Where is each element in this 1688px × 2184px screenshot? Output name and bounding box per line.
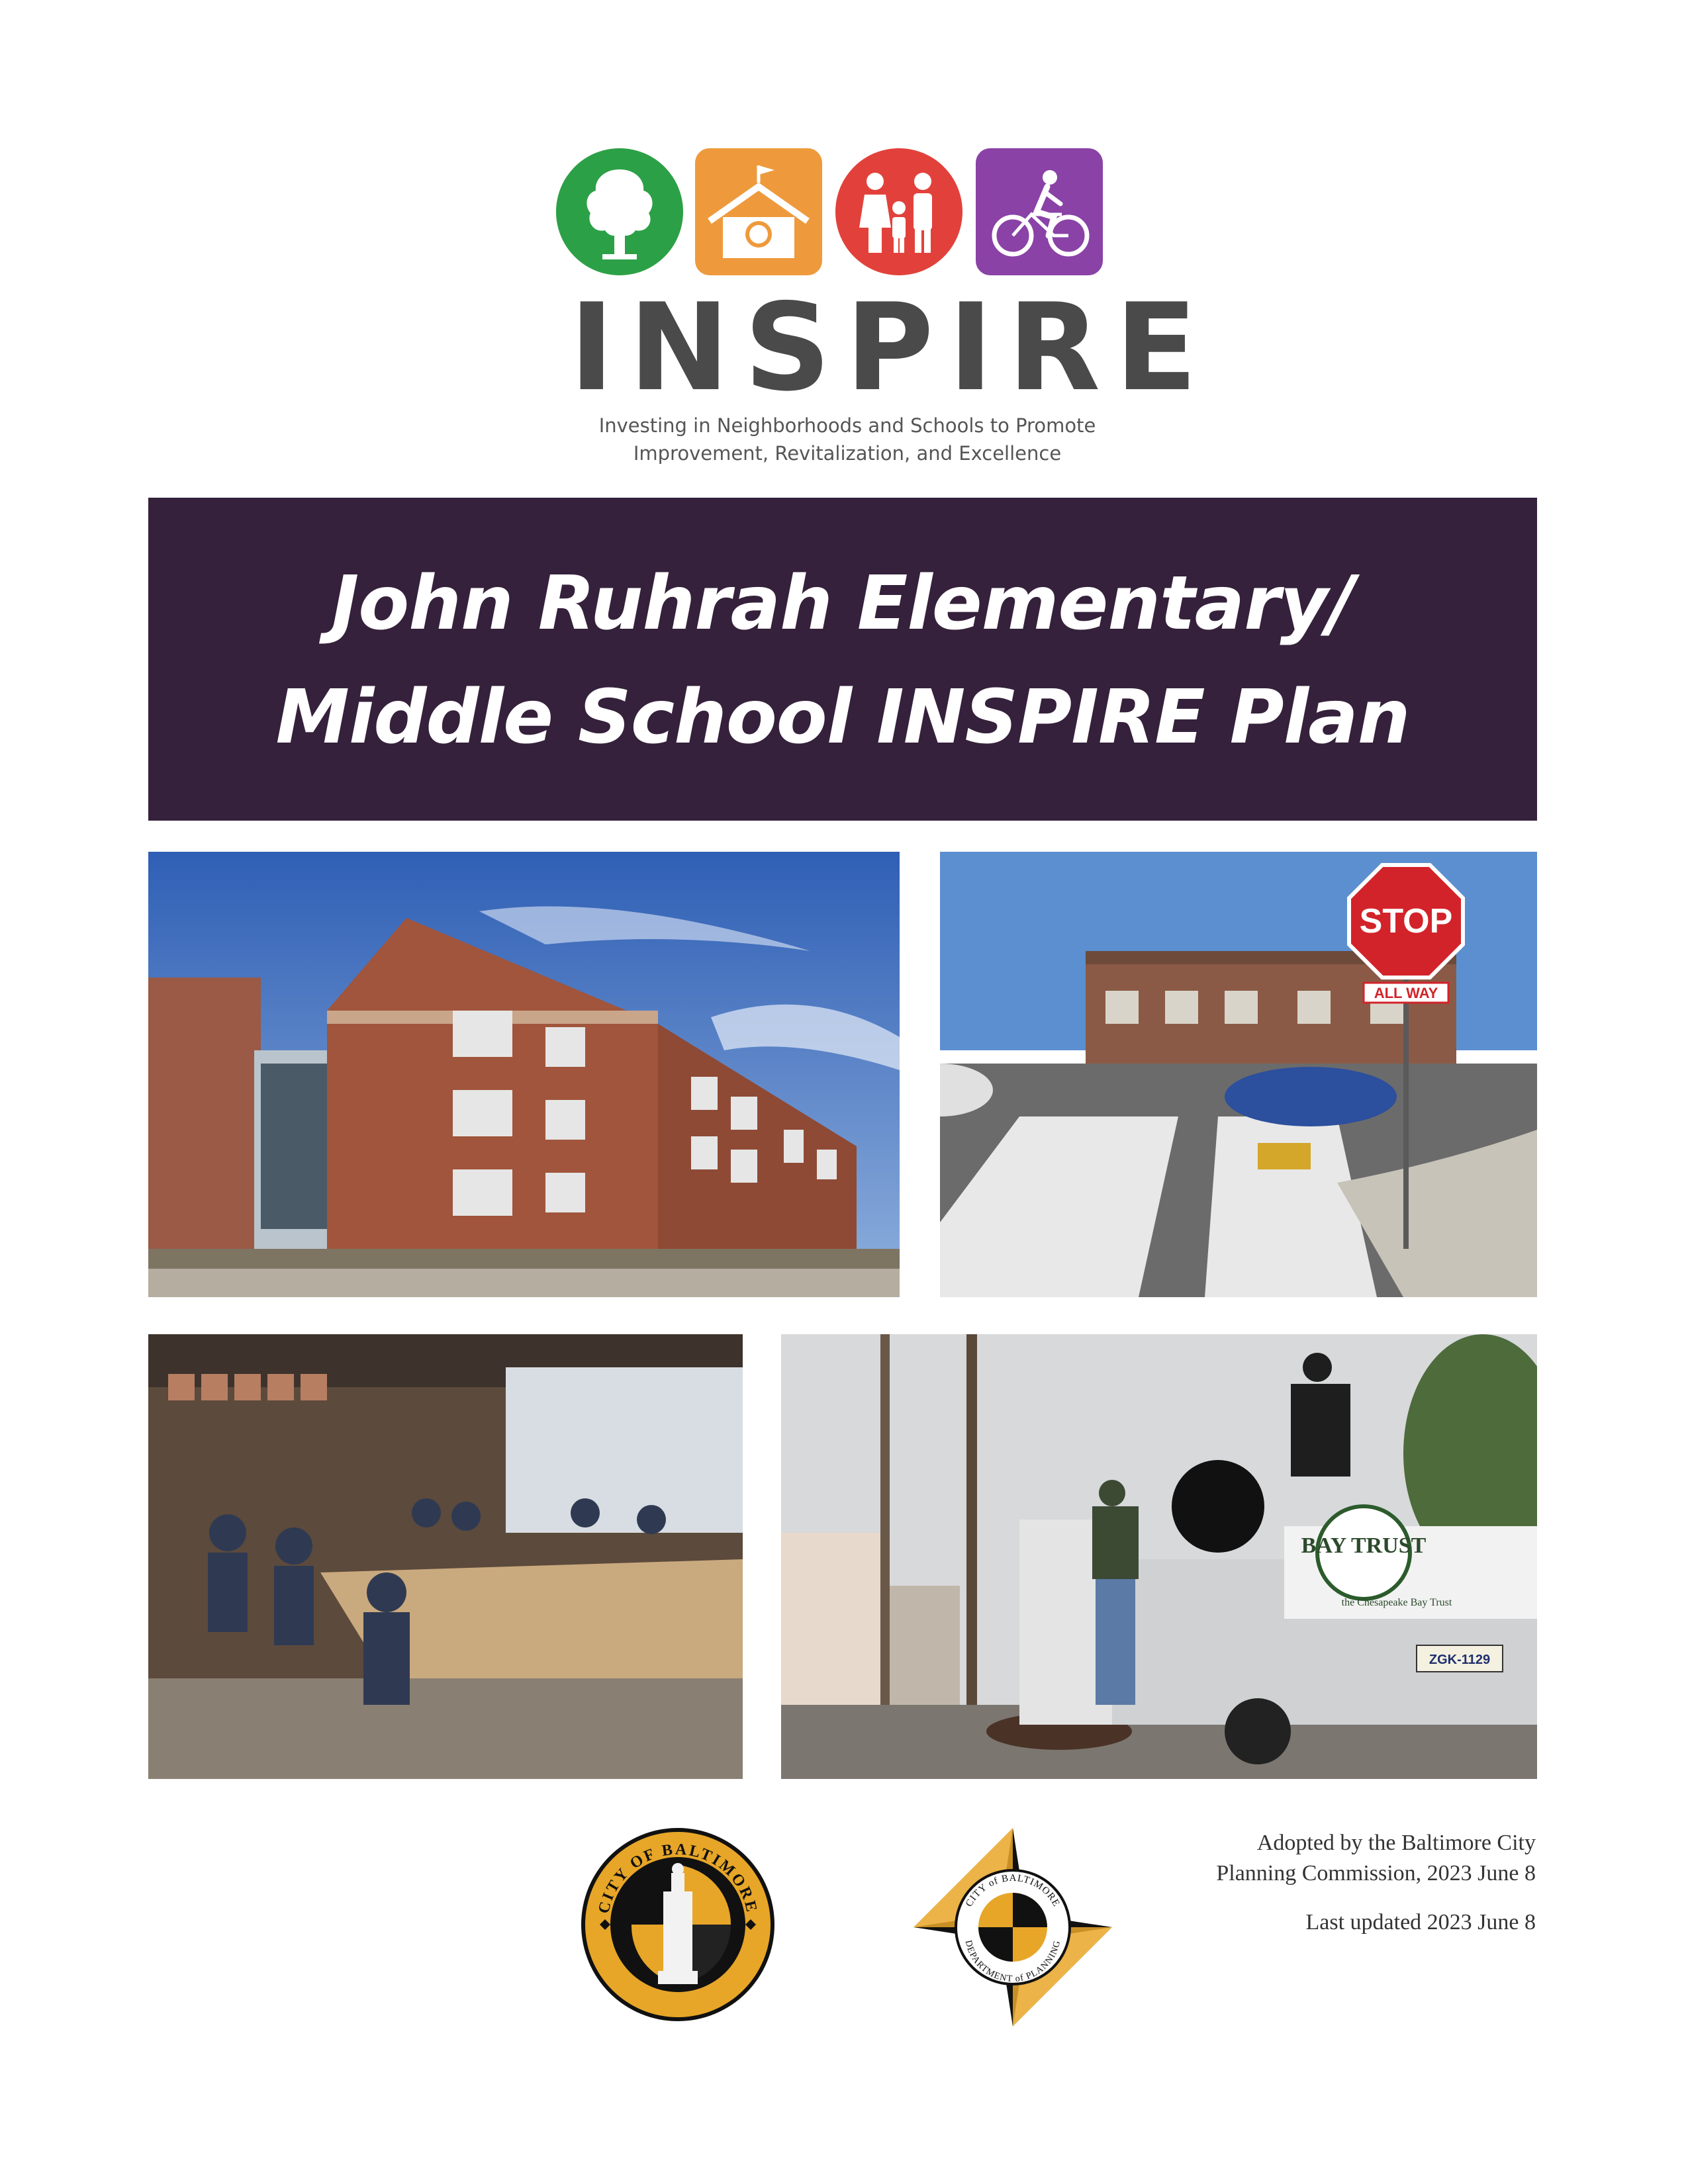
inspire-wordmark: INSPIRE [569, 277, 1212, 418]
stop-sign-text: STOP [1360, 902, 1453, 940]
tree-icon [556, 148, 683, 275]
bicycle-icon [976, 148, 1103, 275]
community-meeting-photo [148, 1334, 743, 1779]
title-banner: John Ruhrah Elementary/ Middle School IN… [148, 498, 1537, 821]
crosswalk-intersection-photo: STOP ALL WAY [940, 852, 1537, 1297]
truck-banner-subtext: the Chesapeake Bay Trust [1342, 1597, 1452, 1608]
city-of-baltimore-seal: CITY OF BALTIMORE [579, 1825, 777, 2024]
tree-planting-photo: BAY TRUST the Chesapeake Bay Trust ZGK-1… [781, 1334, 1537, 1779]
last-updated-line: Last updated 2023 June 8 [1305, 1910, 1536, 1934]
tagline-line-1: Investing in Neighborhoods and Schools t… [598, 414, 1096, 437]
department-of-planning-seal: CITY of BALTIMORE DEPARTMENT of PLANNING [914, 1828, 1112, 2026]
inspire-tagline: Investing in Neighborhoods and Schools t… [516, 412, 1178, 467]
adoption-line-1: Adopted by the Baltimore City [1256, 1831, 1536, 1855]
school-building-photo [148, 852, 900, 1297]
all-way-sign-text: ALL WAY [1374, 985, 1438, 1001]
tagline-line-2: Improvement, Revitalization, and Excelle… [633, 442, 1062, 465]
page-title-line-2: Middle School INSPIRE Plan [275, 674, 1411, 760]
schoolhouse-icon [695, 148, 822, 275]
truck-banner-text: BAY TRUST [1301, 1533, 1427, 1558]
license-plate-text: ZGK-1129 [1429, 1653, 1490, 1667]
adoption-line-2: Planning Commission, 2023 June 8 [1216, 1861, 1536, 1886]
family-icon [835, 148, 962, 275]
page-title-line-1: John Ruhrah Elementary/ [331, 561, 1355, 647]
